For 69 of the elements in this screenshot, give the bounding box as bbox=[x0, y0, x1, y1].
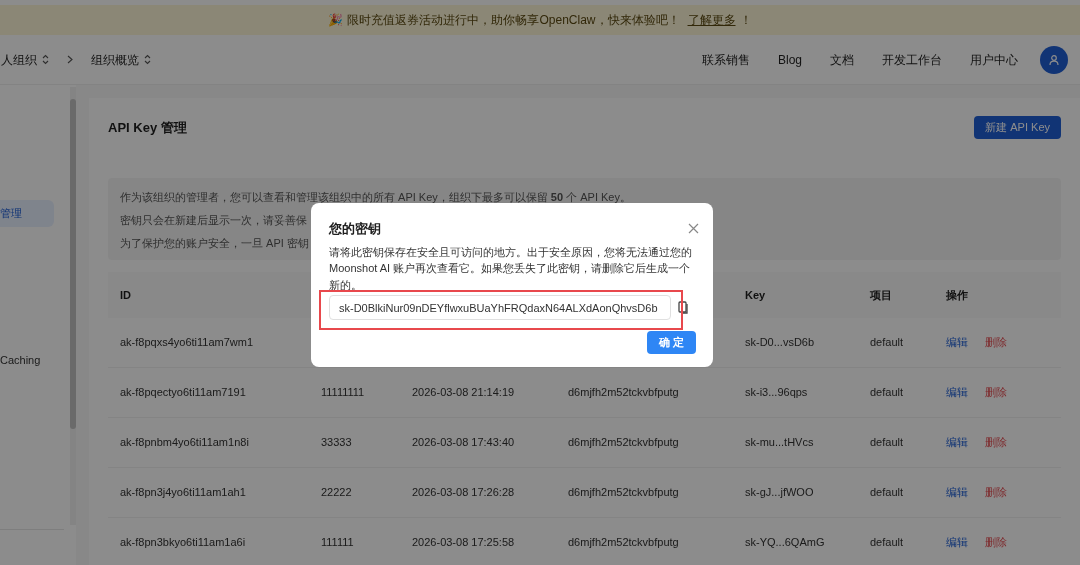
table-cell-text: sk-YQ...6QAmG bbox=[744, 535, 826, 551]
table-cell-text: ak-f8pnbm4yo6ti11am1n8i bbox=[119, 435, 250, 451]
edit-link[interactable]: 编辑 bbox=[946, 484, 968, 501]
nav-link[interactable]: Blog bbox=[777, 50, 802, 69]
nav-link[interactable]: 用户中心 bbox=[970, 50, 1018, 69]
table-cell-text: ak-f8pqectyo6ti11am7191 bbox=[119, 385, 247, 401]
table-cell-text: 11111111 bbox=[320, 385, 366, 401]
table-cell-text: sk-mu...tHVcs bbox=[744, 435, 815, 451]
table-cell-text: default bbox=[869, 435, 905, 451]
nav-link[interactable]: 开发工作台 bbox=[882, 50, 942, 69]
avatar-button[interactable] bbox=[1040, 45, 1068, 74]
info-text: 为了保护您的账户安全，一旦 API 密钥 bbox=[120, 236, 309, 251]
scrollbar[interactable] bbox=[70, 87, 76, 525]
table-cell-text: sk-gJ...jfWOO bbox=[744, 485, 815, 501]
edit-link[interactable]: 编辑 bbox=[946, 334, 968, 351]
column-header: 操作 bbox=[945, 287, 969, 303]
table-cell-text: d6mjfh2m52tckvbfputg bbox=[567, 535, 680, 551]
table-cell-text: ak-f8pn3j4yo6ti11am1ah1 bbox=[119, 485, 247, 501]
learn-more-link[interactable]: 了解更多 bbox=[687, 11, 736, 29]
table-cell-text: ak-f8pqxs4yo6ti11am7wm1 bbox=[119, 335, 255, 351]
info-text: 密钥只会在新建后显示一次，请妥善保 bbox=[120, 213, 307, 228]
column-header: 项目 bbox=[869, 287, 893, 303]
chevron-right-icon bbox=[67, 55, 73, 64]
table-cell-text: d6mjfh2m52tckvbfputg bbox=[567, 385, 680, 401]
table-cell-text: 111111 bbox=[320, 535, 355, 551]
table-cell-text: default bbox=[869, 335, 905, 351]
breadcrumb-dropdown[interactable]: 人组织 bbox=[1, 50, 49, 69]
column-header: ID bbox=[119, 287, 132, 303]
delete-link[interactable]: 删除 bbox=[985, 384, 1007, 401]
user-icon bbox=[1048, 53, 1060, 66]
delete-link[interactable]: 删除 bbox=[985, 334, 1007, 351]
table-cell-text: 22222 bbox=[320, 485, 353, 501]
nav-link[interactable]: 联系销售 bbox=[701, 50, 750, 69]
table-cell-text: d6mjfh2m52tckvbfputg bbox=[567, 435, 680, 451]
party-icon: 🎉 bbox=[328, 11, 344, 29]
table-cell-text: sk-i3...96qps bbox=[744, 385, 809, 401]
dialog-message: 请将此密钥保存在安全且可访问的地方。出于安全原因，您将无法通过您的 Moonshot AI 账户再次查看它。如果您丢失了此密钥，请删除它后生成一个新的。 bbox=[329, 244, 693, 293]
banner-text: 限时充值返券活动进行中，助你畅享OpenClaw，快来体验吧！ bbox=[347, 12, 680, 29]
dialog-title: 您的密钥 bbox=[329, 220, 381, 238]
table-cell-text: 33333 bbox=[320, 435, 353, 451]
sidebar-item[interactable]: 管理 bbox=[0, 200, 54, 227]
table-cell-text: sk-D0...vsD6b bbox=[744, 335, 816, 351]
edit-link[interactable]: 编辑 bbox=[946, 384, 968, 401]
breadcrumb-dropdown[interactable]: 组织概览 bbox=[91, 50, 151, 69]
nav-link[interactable]: 文档 bbox=[830, 50, 854, 69]
delete-link[interactable]: 删除 bbox=[985, 484, 1007, 501]
copy-icon[interactable] bbox=[678, 301, 688, 314]
edit-link[interactable]: 编辑 bbox=[946, 434, 968, 451]
delete-link[interactable]: 删除 bbox=[985, 534, 1007, 551]
sidebar-item[interactable]: Caching bbox=[0, 347, 54, 374]
table-cell-text: default bbox=[869, 385, 905, 401]
info-text: 作为该组织的管理者，您可以查看和管理该组织中的所有 API Key，组织下最多可以保留 50 个 API Key。 bbox=[120, 190, 631, 205]
table-cell-text: 2026-03-08 17:43:40 bbox=[411, 435, 516, 451]
table-cell-text: 2026-03-08 17:26:28 bbox=[411, 485, 516, 501]
page-title: API Key 管理 bbox=[108, 118, 187, 137]
close-icon[interactable] bbox=[688, 223, 699, 235]
table-cell-text: default bbox=[869, 535, 905, 551]
confirm-button[interactable]: 确 定 bbox=[647, 331, 696, 354]
table-cell-text: default bbox=[869, 485, 905, 501]
table-cell-text: 2026-03-08 21:14:19 bbox=[411, 385, 516, 401]
table-cell-text: 2026-03-08 17:25:58 bbox=[411, 535, 516, 551]
delete-link[interactable]: 删除 bbox=[985, 434, 1007, 451]
edit-link[interactable]: 编辑 bbox=[946, 534, 968, 551]
table-cell-text: ak-f8pn3bkyo6ti11am1a6i bbox=[119, 535, 247, 551]
new-api-key-button[interactable]: 新建 API Key bbox=[974, 116, 1061, 139]
table-cell-text: d6mjfh2m52tckvbfputg bbox=[567, 485, 680, 501]
column-header: Key bbox=[744, 287, 767, 303]
banner-text: ！ bbox=[739, 12, 752, 29]
api-key-field[interactable]: sk-D0BlkiNur09nDEYflwxuBUaYhFRQdaxN64ALXdAonQhvsD6b bbox=[329, 295, 671, 320]
